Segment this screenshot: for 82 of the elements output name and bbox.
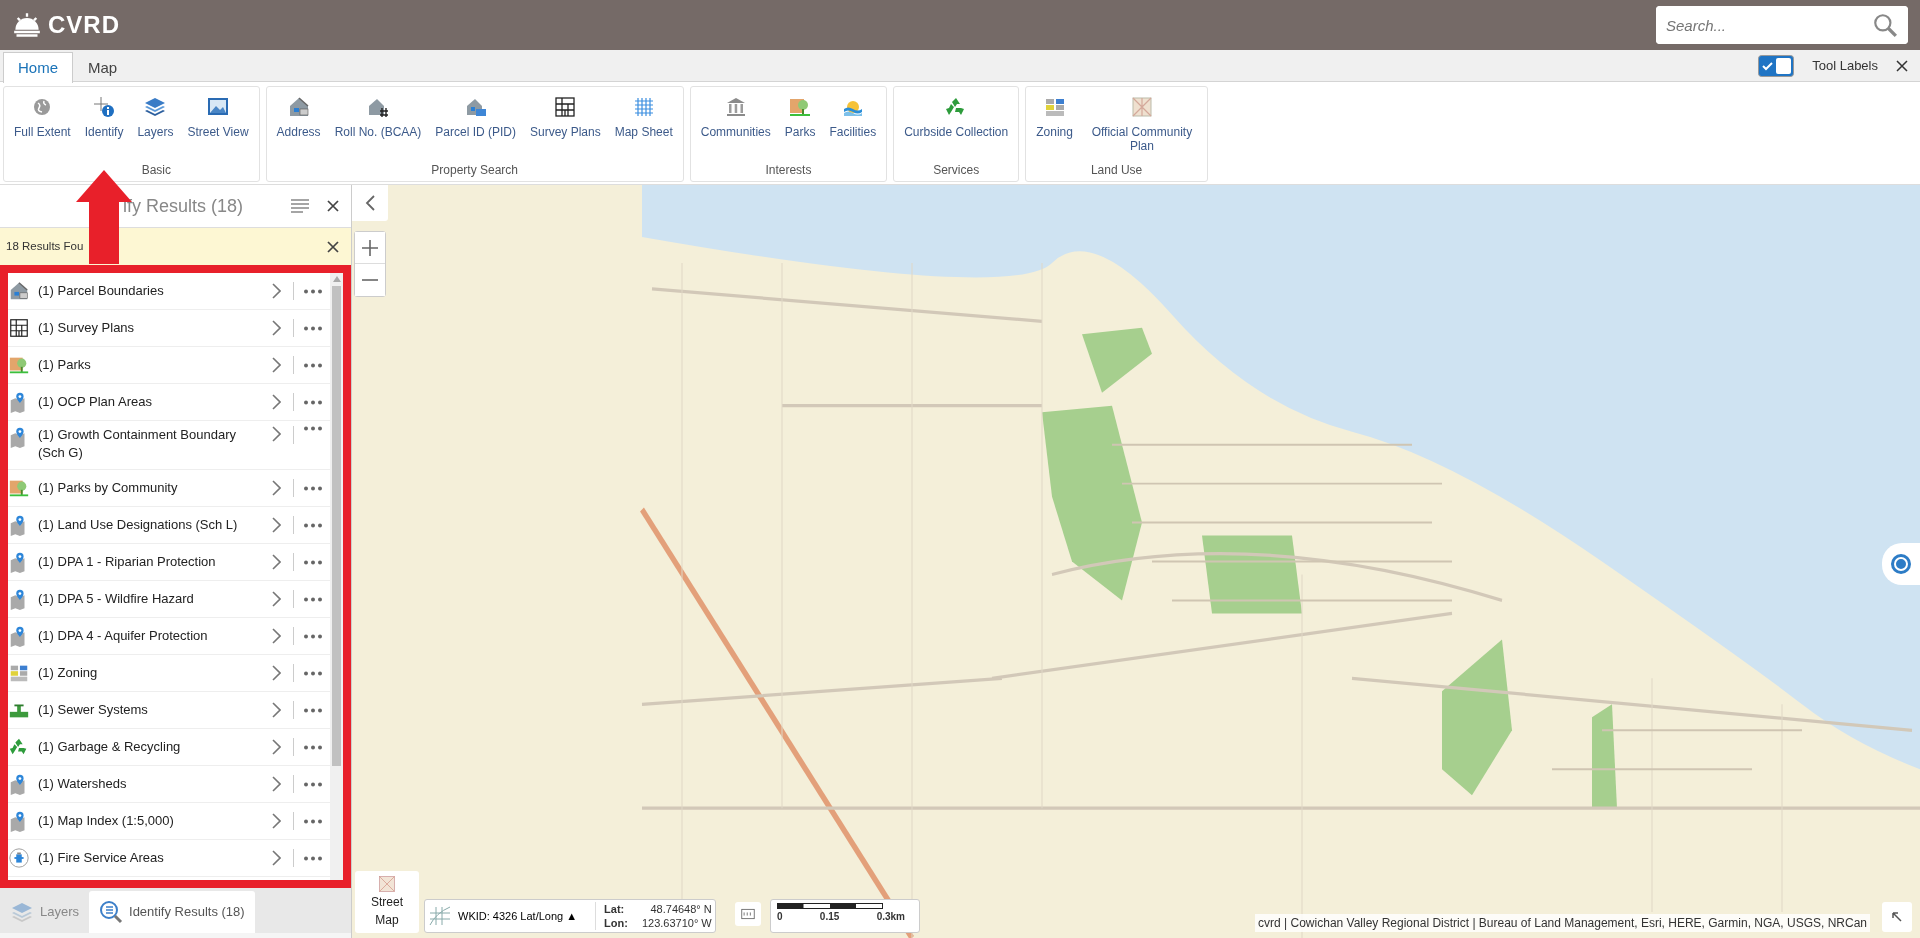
expand-arrow-icon <box>1892 912 1902 922</box>
scrollbar[interactable] <box>330 273 343 880</box>
result-label: (1) DPA 1 - Riparian Protection <box>37 553 217 571</box>
group-label: Interests <box>764 162 813 179</box>
close-icon[interactable] <box>327 240 339 253</box>
result-label: (1) DPA 4 - Aquifer Protection <box>37 627 209 645</box>
result-label: (1) Parks by Community <box>37 479 179 497</box>
ribbon-tool-button[interactable]: Facilities <box>823 89 883 161</box>
collapse-panel-button[interactable] <box>352 185 388 221</box>
grid-icon <box>8 317 30 339</box>
list-menu-icon[interactable] <box>291 199 309 213</box>
grid-icon <box>553 95 578 119</box>
result-label: (1) OCP Plan Areas <box>37 393 153 411</box>
toggle-label: Tool Labels <box>1812 56 1878 75</box>
ribbon-tab[interactable]: Map <box>73 52 133 83</box>
group-label: Basic <box>140 162 172 179</box>
result-label: (1) Garbage & Recycling <box>37 738 182 756</box>
side-widget-button[interactable] <box>1882 543 1920 585</box>
scale-button[interactable] <box>735 902 761 926</box>
scale-label: 0.15 <box>819 910 840 924</box>
result-label: (1) Watersheds <box>37 775 128 793</box>
result-label: (1) Parcel Boundaries <box>37 282 165 300</box>
ribbon-tool-button[interactable]: Communities <box>694 89 777 161</box>
map-tile-icon <box>378 875 396 893</box>
result-label: (1) Fire Service Areas <box>37 849 165 867</box>
expand-button[interactable] <box>1882 902 1912 932</box>
result-label: (1) Land Use Designations (Sch L) <box>37 516 239 534</box>
attribution-text: cvrd | Cowichan Valley Regional District | Bureau of Land Management, Esri, HERE, Garmin, NGA, USGS, NRCan <box>1255 914 1870 932</box>
layers-icon <box>10 900 34 924</box>
search-icon <box>1872 12 1898 38</box>
ribbon-tool-button[interactable]: Survey Plans <box>524 89 607 161</box>
toggle-switch[interactable] <box>1758 54 1795 77</box>
chevron-left-icon <box>365 195 375 211</box>
lon-value: 123.63710° W <box>641 916 712 931</box>
logo-text: CVRD <box>48 10 120 40</box>
plan-map-icon <box>1129 95 1154 119</box>
basemap-button[interactable]: Street Map <box>355 871 419 933</box>
result-label: (1) Parks <box>37 356 92 374</box>
ruler-icon <box>741 907 755 921</box>
zoom-in-button[interactable] <box>355 232 385 264</box>
panel-title: ify Results (18) <box>122 194 244 218</box>
ribbon-tool-button[interactable]: Identify <box>78 89 130 161</box>
result-label: (1) Growth Containment Boundary (Sch G) <box>37 426 237 462</box>
lat-label: Lat: <box>604 901 626 916</box>
lat-value: 48.74648° N <box>649 901 712 916</box>
ribbon-tool-button[interactable]: Address <box>270 89 327 161</box>
ribbon-tool-button[interactable]: Full Extent <box>8 89 77 161</box>
lon-label: Lon: <box>604 916 628 931</box>
ribbon-tool-button[interactable]: Zoning <box>1030 89 1079 161</box>
notice-text: 18 Results Fou <box>6 238 84 254</box>
close-icon[interactable] <box>327 200 339 212</box>
search-field[interactable]: Search... <box>1656 6 1908 44</box>
ribbon-tab[interactable]: Home <box>3 52 73 83</box>
group-label: Land Use <box>1089 162 1144 179</box>
ring-icon <box>1889 552 1913 576</box>
ribbon-tool-button[interactable]: Parks <box>778 89 822 161</box>
result-label: (1) DPA 5 - Wildfire Hazard <box>37 590 195 608</box>
minus-icon <box>362 279 378 281</box>
coordinate-grid-icon <box>428 905 452 927</box>
ribbon-tool-button[interactable]: Map Sheet <box>608 89 679 161</box>
ribbon-tool-button[interactable]: Street View <box>181 89 255 161</box>
group-label: Property Search <box>430 162 520 179</box>
plus-icon <box>362 239 378 256</box>
panel-tab[interactable]: Identify Results (18) <box>89 891 255 933</box>
result-label: (1) Survey Plans <box>37 319 136 337</box>
result-label: (1) Zoning <box>37 664 99 682</box>
ribbon-tool-button[interactable]: Official Community Plan <box>1080 89 1203 161</box>
ribbon-tool-button[interactable]: Layers <box>131 89 180 161</box>
ribbon-tool-button[interactable]: Parcel ID (PID) <box>429 89 522 161</box>
scale-label: 0.3km <box>876 910 905 924</box>
house-icon <box>8 280 30 302</box>
scale-label: 0 <box>777 910 783 924</box>
group-label: Services <box>932 162 981 179</box>
result-label: (1) Sewer Systems <box>37 701 149 719</box>
info-crosshair-icon <box>92 95 117 119</box>
scroll-up-icon <box>332 276 341 282</box>
hydrant-icon <box>8 847 30 869</box>
ribbon-tool-button[interactable]: Roll No. (BCAA) <box>328 89 428 161</box>
result-label: (1) Map Index (1:5,000) <box>37 812 175 830</box>
ribbon-tool-button[interactable]: Curbside Collection <box>898 89 1015 161</box>
search-list-icon <box>99 900 124 924</box>
close-icon <box>1896 59 1908 72</box>
